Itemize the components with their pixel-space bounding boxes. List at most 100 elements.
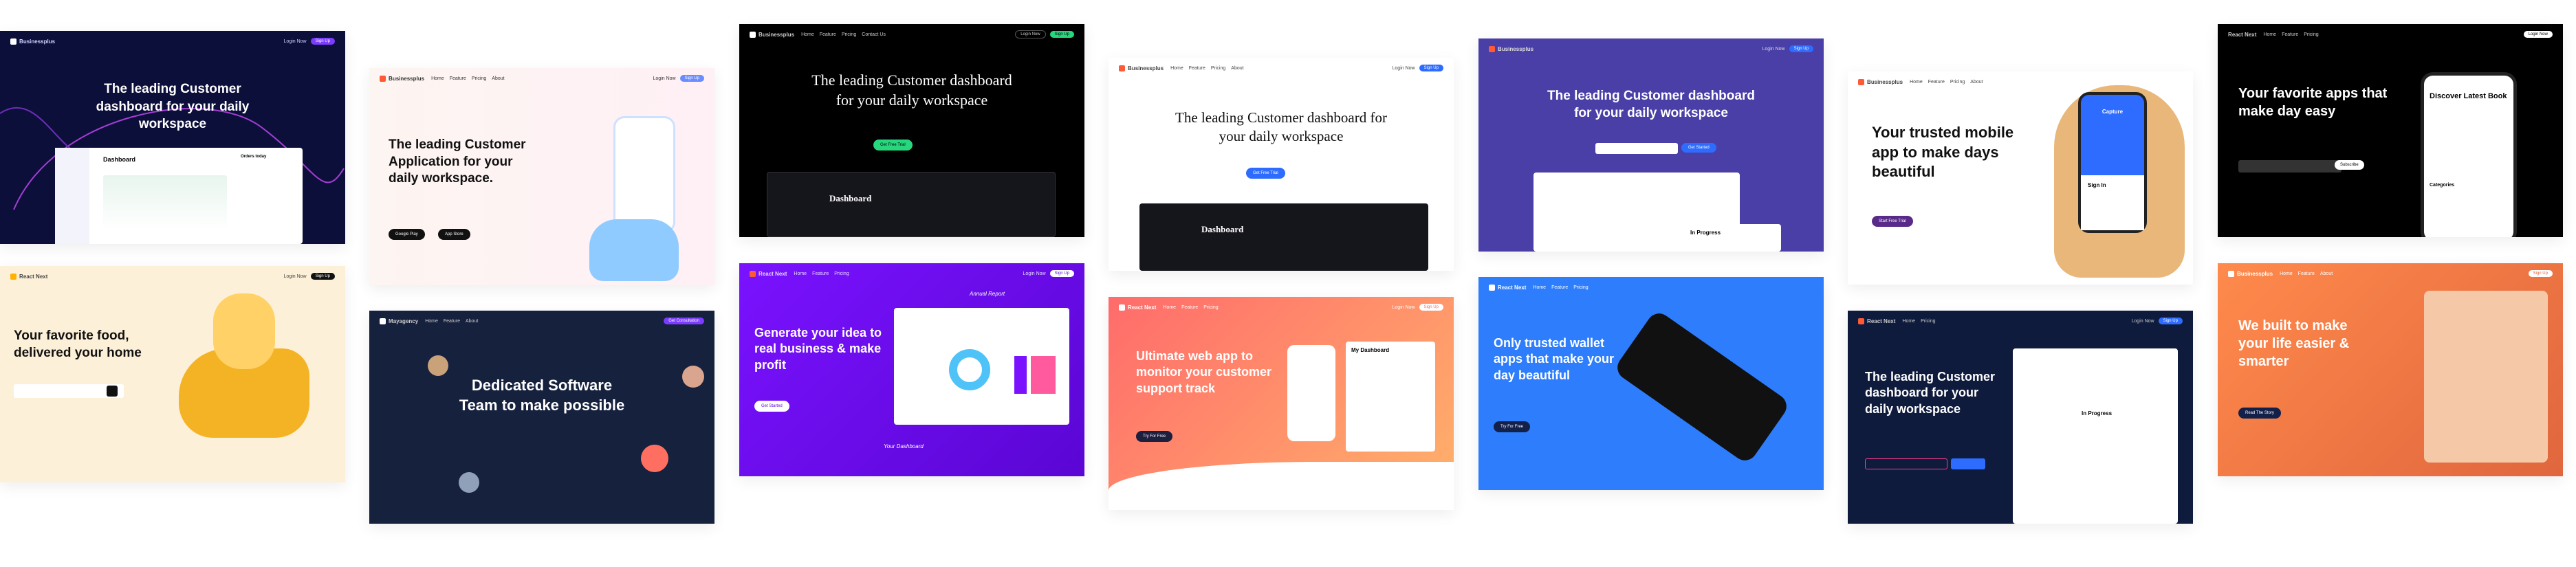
nav-pricing[interactable]: Pricing xyxy=(1573,285,1588,290)
template-card-7[interactable]: React Next Home Feature Pricing Login Now … xyxy=(2218,24,2563,237)
free-trial-button[interactable]: Get Free Trial xyxy=(1246,168,1285,179)
email-input[interactable] xyxy=(2238,160,2342,173)
nav-home[interactable]: Home xyxy=(425,319,438,324)
nav-pricing[interactable]: Pricing xyxy=(834,271,849,276)
signup-button[interactable]: Sign Up xyxy=(1049,31,1074,38)
nav-home[interactable]: Home xyxy=(1533,285,1546,290)
consultation-button[interactable]: Get Consultation xyxy=(664,318,704,324)
template-card-14[interactable]: Businessplus Home Feature About Sign Up We… xyxy=(2218,263,2563,476)
signup-button[interactable]: Sign Up xyxy=(310,273,335,280)
nav-home[interactable]: Home xyxy=(431,76,444,81)
login-link[interactable]: Login Now xyxy=(284,274,307,279)
nav-feature[interactable]: Feature xyxy=(1551,285,1568,290)
try-free-button[interactable]: Try For Free xyxy=(1494,421,1531,432)
search-button[interactable] xyxy=(107,386,118,397)
nav-feature[interactable]: Feature xyxy=(1181,305,1198,310)
template-card-12[interactable]: React Next Home Feature Pricing Only trust… xyxy=(1478,277,1824,490)
template-card-2[interactable]: Businessplus Home Feature Pricing About Log… xyxy=(369,68,714,285)
hero-title: Your favorite food, delivered your home xyxy=(14,329,142,360)
get-started-button[interactable]: Get Started xyxy=(1681,143,1716,153)
nav-about[interactable]: About xyxy=(1231,66,1243,71)
logo-text: Businessplus xyxy=(758,31,795,38)
nav-feature[interactable]: Feature xyxy=(2298,271,2315,276)
login-link[interactable]: Login Now xyxy=(1762,47,1785,52)
nav-pricing[interactable]: Pricing xyxy=(1921,319,1935,324)
free-trial-button[interactable]: Get Free Trial xyxy=(873,140,913,151)
nav-feature[interactable]: Feature xyxy=(820,32,836,37)
template-card-4[interactable]: Businessplus Home Feature Pricing About Log… xyxy=(1109,58,1454,271)
nav-feature[interactable]: Feature xyxy=(444,319,460,324)
nav-home[interactable]: Home xyxy=(2263,32,2276,37)
try-free-button[interactable]: Try For Free xyxy=(1136,431,1173,442)
template-card-8[interactable]: React Next Login Now Sign Up Your favorit… xyxy=(0,266,345,482)
signup-button[interactable]: Sign Up xyxy=(1419,65,1443,71)
login-link[interactable]: Login Now xyxy=(653,76,676,81)
signup-button[interactable]: Sign Up xyxy=(310,38,335,45)
nav-home[interactable]: Home xyxy=(794,271,807,276)
login-link[interactable]: Login Now xyxy=(284,39,307,44)
signup-button[interactable]: Sign Up xyxy=(679,75,704,82)
nav-pricing[interactable]: Pricing xyxy=(472,76,486,81)
avatar xyxy=(428,355,448,376)
submit-button[interactable] xyxy=(1951,458,1985,469)
signup-button[interactable]: Sign Up xyxy=(1049,270,1074,277)
template-card-9[interactable]: Mayagency Home Feature About Get Consultat… xyxy=(369,311,714,524)
nav-home[interactable]: Home xyxy=(1910,80,1923,85)
signup-button[interactable]: Sign Up xyxy=(1419,304,1443,311)
template-card-11[interactable]: React Next Home Feature Pricing Login Now S… xyxy=(1109,297,1454,510)
nav-feature[interactable]: Feature xyxy=(812,271,829,276)
read-story-button[interactable]: Read The Story xyxy=(2238,408,2281,419)
dashboard-label: Dashboard xyxy=(829,193,872,203)
login-link[interactable]: Login Now xyxy=(1393,66,1415,71)
nav-about[interactable]: About xyxy=(466,319,478,324)
wave-decoration xyxy=(1109,462,1454,510)
free-trial-button[interactable]: Start Free Trial xyxy=(1872,216,1913,227)
nav-about[interactable]: About xyxy=(1970,80,1983,85)
google-play-button[interactable]: Google Play xyxy=(389,229,425,240)
hero-title: Generate your idea to real business & ma… xyxy=(754,326,882,372)
subscribe-button[interactable]: Subscribe xyxy=(2335,160,2364,170)
signup-button[interactable]: Sign Up xyxy=(2528,270,2553,277)
avatar xyxy=(682,366,704,388)
nav-home[interactable]: Home xyxy=(1902,319,1915,324)
get-started-button[interactable]: Get Started xyxy=(754,401,789,412)
login-link[interactable]: Login Now xyxy=(2132,319,2154,324)
nav-pricing[interactable]: Pricing xyxy=(2304,32,2318,37)
nav-feature[interactable]: Feature xyxy=(2282,32,2298,37)
dark-dashboard-mockup: Dashboard xyxy=(1139,203,1428,271)
app-store-button[interactable]: App Store xyxy=(438,229,470,240)
nav-pricing[interactable]: Pricing xyxy=(1950,80,1965,85)
nav-about[interactable]: About xyxy=(492,76,504,81)
login-link[interactable]: Login Now xyxy=(1393,305,1415,310)
template-card-3[interactable]: Businessplus Home Feature Pricing Contact U… xyxy=(739,24,1084,237)
categories-label: Categories xyxy=(2430,183,2455,188)
dashboard-mockup: Dashboard Orders today xyxy=(55,148,303,244)
signup-button[interactable]: Sign Up xyxy=(2158,318,2183,324)
template-card-13[interactable]: React Next Home Pricing Login Now Sign Up … xyxy=(1848,311,2193,524)
template-card-6[interactable]: Businessplus Home Feature Pricing About You… xyxy=(1848,71,2193,285)
nav-feature[interactable]: Feature xyxy=(1928,80,1945,85)
template-card-1[interactable]: Businessplus Login Now Sign Up The leadin… xyxy=(0,31,345,244)
nav-feature[interactable]: Feature xyxy=(450,76,466,81)
template-card-5[interactable]: Businessplus Login Now Sign Up The leadin… xyxy=(1478,38,1824,252)
nav-about[interactable]: About xyxy=(2320,271,2333,276)
nav-home[interactable]: Home xyxy=(801,32,814,37)
email-input[interactable] xyxy=(1865,458,1947,469)
template-card-10[interactable]: React Next Home Feature Pricing Login Now S… xyxy=(739,263,1084,476)
nav-contact[interactable]: Contact Us xyxy=(862,32,886,37)
nav-home[interactable]: Home xyxy=(1170,66,1183,71)
nav-feature[interactable]: Feature xyxy=(1189,66,1205,71)
nav-pricing[interactable]: Pricing xyxy=(1211,66,1225,71)
hero-title: Your trusted mobile app to make days bea… xyxy=(1872,124,2014,181)
email-input[interactable] xyxy=(1595,143,1678,154)
nav-pricing[interactable]: Pricing xyxy=(1203,305,1218,310)
logo-text: Businessplus xyxy=(1128,65,1164,71)
login-link[interactable]: Login Now xyxy=(1023,271,1046,276)
nav-home[interactable]: Home xyxy=(1163,305,1176,310)
login-button[interactable]: Login Now xyxy=(2523,31,2553,38)
signup-button[interactable]: Sign Up xyxy=(1789,45,1813,52)
nav-home[interactable]: Home xyxy=(2280,271,2293,276)
nav-pricing[interactable]: Pricing xyxy=(842,32,856,37)
phone-mockup xyxy=(1613,309,1791,465)
login-link[interactable]: Login Now xyxy=(1015,30,1046,38)
